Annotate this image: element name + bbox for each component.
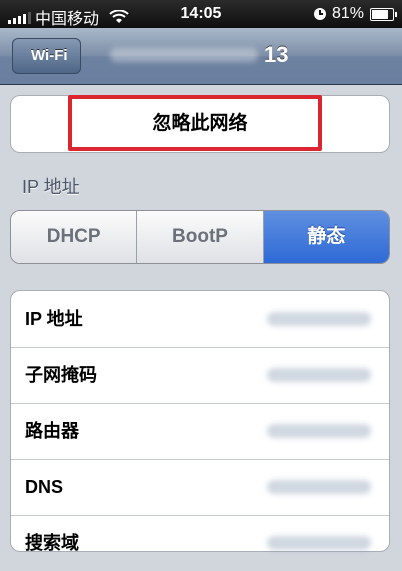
field-label: IP 地址 — [25, 309, 83, 329]
status-bar: 中国移动 14:05 81% — [0, 0, 402, 28]
status-right: 81% — [313, 5, 397, 23]
segment-dhcp[interactable]: DHCP — [11, 211, 138, 263]
field-row-subnet[interactable]: 子网掩码 — [11, 347, 389, 404]
field-row-ip[interactable]: IP 地址 — [11, 291, 389, 348]
highlight-box — [68, 95, 322, 151]
field-value-redacted — [267, 480, 371, 494]
field-value-redacted — [267, 424, 371, 438]
ip-fields-list: IP 地址 子网掩码 路由器 DNS 搜索域 — [10, 290, 390, 553]
battery-icon — [370, 7, 397, 21]
network-name-redacted — [110, 48, 258, 62]
clock-icon — [313, 8, 326, 20]
field-row-router[interactable]: 路由器 — [11, 403, 389, 460]
back-button[interactable]: Wi-Fi — [12, 38, 81, 74]
field-label: DNS — [25, 477, 64, 497]
battery-percent: 81% — [331, 5, 364, 22]
field-label: 子网掩码 — [25, 365, 97, 385]
navigation-bar: Wi-Fi 13 — [0, 28, 402, 85]
ip-section-label: IP 地址 — [22, 177, 80, 197]
field-row-dns[interactable]: DNS — [11, 459, 389, 516]
field-label: 搜索域 — [25, 533, 79, 553]
field-label: 路由器 — [25, 421, 79, 441]
ip-mode-segmented-control: DHCP BootP 静态 — [10, 210, 390, 264]
field-row-search-domain[interactable]: 搜索域 — [11, 515, 389, 571]
segment-bootp[interactable]: BootP — [137, 211, 264, 263]
field-value-redacted — [267, 368, 371, 382]
segment-static[interactable]: 静态 — [263, 211, 389, 263]
field-value-redacted — [267, 536, 371, 550]
field-value-redacted — [267, 312, 371, 326]
nav-title: 13 — [110, 38, 342, 72]
nav-title-suffix: 13 — [264, 42, 289, 67]
